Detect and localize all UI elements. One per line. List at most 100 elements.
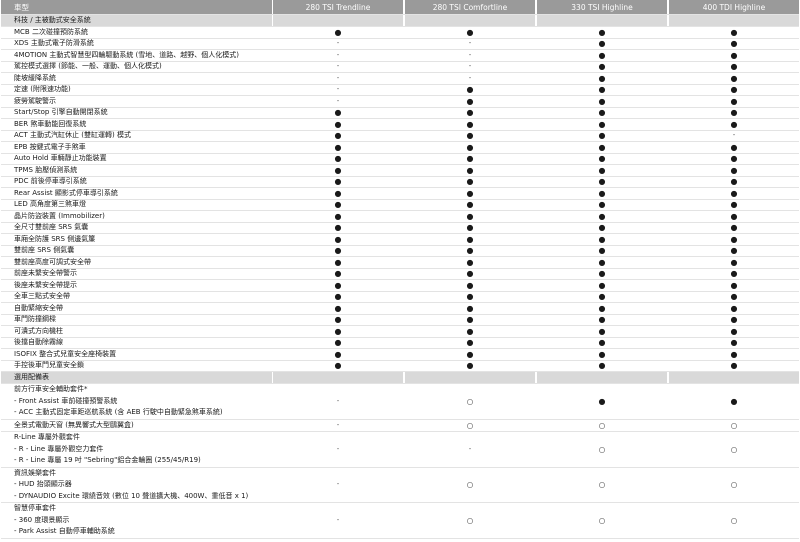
availability-mark: ● (730, 62, 738, 72)
feature-label: 車廂全防護 SRS 側邊氣簾 (1, 234, 273, 245)
feature-value-cell: ● (405, 245, 537, 256)
feature-label: 駕控模式選擇 (節能、一般、運動、個人化模式) (1, 61, 273, 72)
feature-value-cell: ● (669, 337, 799, 348)
feature-value-cell: ● (669, 84, 799, 95)
availability-mark: ● (598, 349, 606, 359)
option-value-cell: - (273, 384, 405, 419)
feature-value-cell: ● (273, 199, 405, 210)
feature-value-cell: ● (273, 153, 405, 164)
feature-label: 車門防撞鋼樑 (1, 314, 273, 325)
section-spacer (537, 15, 669, 26)
feature-value-cell: ● (273, 130, 405, 141)
feature-value-cell: ● (273, 119, 405, 130)
feature-label: 疲勞駕駛警示 (1, 96, 273, 107)
feature-value-cell: ● (669, 291, 799, 302)
availability-mark: ● (598, 280, 606, 290)
feature-value-cell: ● (405, 222, 537, 233)
feature-value-cell: ● (273, 27, 405, 38)
availability-mark: ● (730, 108, 738, 118)
availability-mark: ● (334, 292, 342, 302)
feature-value-cell: ● (405, 84, 537, 95)
package-title: 全景式電動天窗 (無異響式大型鷗翼盒) (14, 420, 134, 429)
feature-value-cell: ● (405, 176, 537, 187)
availability-mark: ● (466, 165, 474, 175)
availability-mark: ● (730, 119, 738, 129)
feature-value-cell: ● (537, 165, 669, 176)
feature-value-cell: - (273, 96, 405, 107)
feature-value-cell: ● (669, 234, 799, 245)
feature-value-cell: - (273, 73, 405, 84)
feature-value-cell: ● (669, 176, 799, 187)
feature-value-cell: - (273, 84, 405, 95)
feature-value-cell: ● (405, 199, 537, 210)
model-header-3: 330 TSI Highline (537, 0, 669, 14)
feature-value-cell: ● (669, 314, 799, 325)
availability-mark: ● (598, 361, 606, 371)
table-row: 定速 (附限速功能) - ● ● ● (1, 84, 799, 96)
section-spacer (273, 372, 405, 383)
model-header-1: 280 TSI Trendline (273, 0, 405, 14)
feature-value-cell: ● (669, 38, 799, 49)
availability-mark: ● (730, 50, 738, 60)
feature-label: 手控後車門兒童安全鎖 (1, 360, 273, 371)
availability-mark: ● (730, 177, 738, 187)
feature-value-cell: ● (405, 257, 537, 268)
availability-mark: ● (730, 85, 738, 95)
feature-value-cell: - (405, 73, 537, 84)
table-row: 車門防撞鋼樑 ● ● ● ● (1, 314, 799, 326)
feature-value-cell: - (405, 61, 537, 72)
availability-mark: ● (598, 396, 606, 406)
availability-mark: ● (730, 246, 738, 256)
feature-value-cell: ● (537, 326, 669, 337)
availability-mark: ● (598, 119, 606, 129)
feature-value-cell: ● (537, 96, 669, 107)
availability-mark: ● (598, 315, 606, 325)
availability-mark: ● (466, 303, 474, 313)
availability-mark: ○ (466, 396, 474, 406)
availability-mark: ● (334, 246, 342, 256)
availability-mark: ● (730, 234, 738, 244)
feature-value-cell: ● (669, 142, 799, 153)
feature-value-cell: ● (537, 303, 669, 314)
feature-value-cell: ● (537, 188, 669, 199)
feature-value-cell: - (405, 38, 537, 49)
feature-value-cell: ● (537, 199, 669, 210)
feature-value-cell: ● (537, 84, 669, 95)
availability-mark: ● (334, 361, 342, 371)
table-row: Auto Hold 車輛靜止功能裝置 ● ● ● ● (1, 153, 799, 165)
feature-value-cell: ● (669, 360, 799, 371)
option-value-cell: ● (537, 384, 669, 419)
option-value-cell: ● (669, 384, 799, 419)
feature-value-cell: ● (273, 303, 405, 314)
feature-label: 雙前座高度可調式安全帶 (1, 257, 273, 268)
feature-label: Rear Assist 顯影式停車導引系統 (1, 188, 273, 199)
feature-label: Start/Stop 引擎自動開閉系統 (1, 107, 273, 118)
availability-mark: ● (334, 177, 342, 187)
availability-mark: - (336, 480, 340, 489)
package-item: - ACC 主動式固定車距巡航系統 (含 AEB 行駛中自動緊急煞車系統) (14, 408, 223, 416)
option-value-cell: ○ (537, 467, 669, 502)
feature-value-cell: ● (273, 107, 405, 118)
feature-value-cell: ● (669, 61, 799, 72)
availability-mark: ● (598, 246, 606, 256)
availability-mark: ● (334, 108, 342, 118)
table-row: ISOFIX 整合式兒童安全座椅裝置 ● ● ● ● (1, 349, 799, 361)
feature-label: PDC 前後停車導引系統 (1, 176, 273, 187)
table-body: 科技 / 主被動式安全系統 MCB 二次碰撞預防系統 ● ● ● ● XDS 主動式電子防滑… (1, 15, 799, 539)
availability-mark: ● (598, 269, 606, 279)
section-spacer (273, 15, 405, 26)
feature-label: 後擋自動除霧線 (1, 337, 273, 348)
feature-value-cell: ● (669, 119, 799, 130)
availability-mark: ○ (730, 420, 738, 430)
option-value-cell: ○ (405, 503, 537, 538)
feature-value-cell: ● (405, 303, 537, 314)
feature-label: ISOFIX 整合式兒童安全座椅裝置 (1, 349, 273, 360)
feature-value-cell: ● (273, 291, 405, 302)
feature-value-cell: ● (669, 96, 799, 107)
feature-value-cell: ● (405, 27, 537, 38)
availability-mark: ○ (730, 444, 738, 454)
table-row: 雙前座 SRS 側氣囊 ● ● ● ● (1, 245, 799, 257)
feature-value-cell: ● (405, 349, 537, 360)
availability-mark: - (468, 50, 472, 59)
availability-mark: ● (466, 280, 474, 290)
